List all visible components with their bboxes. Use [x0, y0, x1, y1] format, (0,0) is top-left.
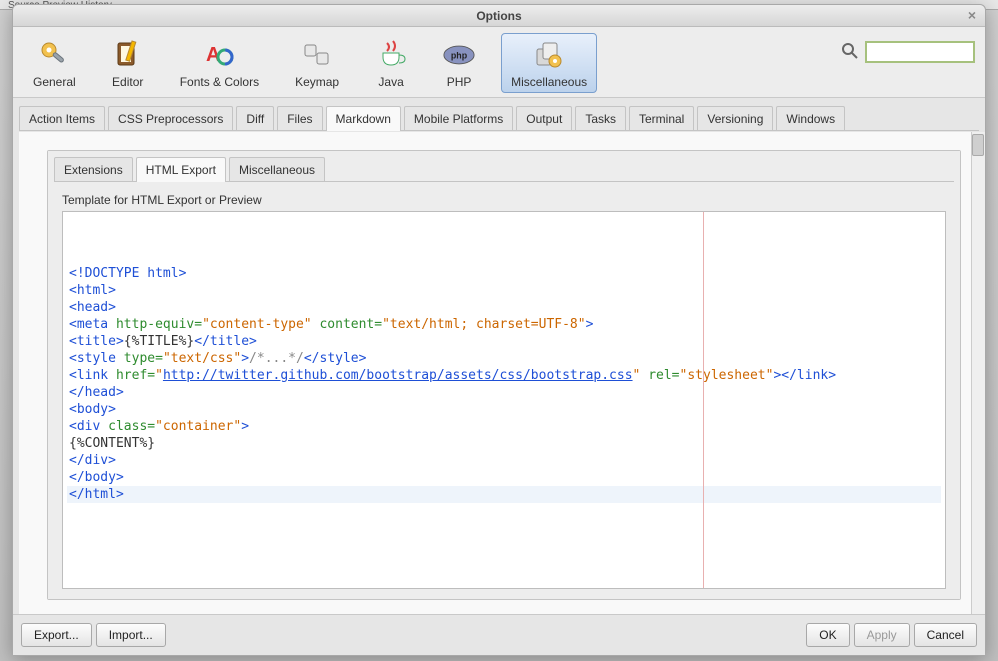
options-dialog: Options × General Editor A Fonts & Color… [12, 4, 986, 656]
code-line: <style type="text/css">/*...*/</style> [67, 350, 941, 367]
tab-versioning[interactable]: Versioning [697, 106, 773, 131]
sub-panel: ExtensionsHTML ExportMiscellaneous Templ… [47, 150, 961, 600]
apply-button[interactable]: Apply [854, 623, 910, 647]
category-toolbar: General Editor A Fonts & Colors Keymap J… [13, 27, 985, 98]
search-input[interactable] [865, 41, 975, 63]
tab-mobile-platforms[interactable]: Mobile Platforms [404, 106, 513, 131]
code-line: </html> [67, 486, 941, 503]
category-label: Java [378, 75, 403, 89]
category-label: Editor [112, 75, 143, 89]
search-area [841, 33, 975, 63]
tab-action-items[interactable]: Action Items [19, 106, 105, 131]
window-title: Options [476, 9, 521, 23]
code-line: <head> [67, 299, 941, 316]
code-line: </div> [67, 452, 941, 469]
dialog-footer: Export... Import... OK Apply Cancel [13, 614, 985, 655]
code-line: <body> [67, 401, 941, 418]
code-line: <meta http-equiv="content-type" content=… [67, 316, 941, 333]
subtab-extensions[interactable]: Extensions [54, 157, 133, 182]
tab-markdown[interactable]: Markdown [326, 106, 401, 131]
code-line: <title>{%TITLE%}</title> [67, 333, 941, 350]
tab-diff[interactable]: Diff [236, 106, 274, 131]
section-label: Template for HTML Export or Preview [62, 193, 946, 207]
cancel-button[interactable]: Cancel [914, 623, 977, 647]
ok-button[interactable]: OK [806, 623, 849, 647]
php-badge-icon: php [443, 39, 475, 71]
java-cup-icon [375, 39, 407, 71]
category-editor[interactable]: Editor [102, 33, 154, 93]
category-miscellaneous[interactable]: Miscellaneous [501, 33, 597, 93]
template-editor[interactable]: <!DOCTYPE html><html><head><meta http-eq… [62, 211, 946, 589]
scrollbar-track[interactable] [971, 132, 985, 614]
category-label: PHP [447, 75, 472, 89]
code-line: <!DOCTYPE html> [67, 265, 941, 282]
code-line: </head> [67, 384, 941, 401]
scrollbar-thumb[interactable] [972, 134, 984, 156]
code-line: <link href="http://twitter.github.com/bo… [67, 367, 941, 384]
tab-terminal[interactable]: Terminal [629, 106, 694, 131]
import-button[interactable]: Import... [96, 623, 166, 647]
category-general[interactable]: General [23, 33, 86, 93]
titlebar: Options × [13, 5, 985, 27]
code-line: <div class="container"> [67, 418, 941, 435]
tab-windows[interactable]: Windows [776, 106, 845, 131]
search-icon[interactable] [841, 42, 859, 63]
category-java[interactable]: Java [365, 33, 417, 93]
subtab-html-export[interactable]: HTML Export [136, 157, 226, 182]
category-label: Miscellaneous [511, 75, 587, 89]
margin-guide [703, 212, 704, 588]
tab-css-preprocessors[interactable]: CSS Preprocessors [108, 106, 233, 131]
content-area: ExtensionsHTML ExportMiscellaneous Templ… [19, 132, 979, 614]
svg-text:php: php [451, 51, 468, 61]
category-label: Keymap [295, 75, 339, 89]
subtab-miscellaneous[interactable]: Miscellaneous [229, 157, 325, 182]
code-line: {%CONTENT%} [67, 435, 941, 452]
tab-files[interactable]: Files [277, 106, 322, 131]
tab-separator [19, 130, 979, 131]
category-php[interactable]: php PHP [433, 33, 485, 93]
primary-tabs: Action ItemsCSS PreprocessorsDiffFilesMa… [13, 98, 985, 131]
notebook-pencil-icon [112, 39, 144, 71]
misc-gear-icon [533, 39, 565, 71]
code-line: <html> [67, 282, 941, 299]
category-label: Fonts & Colors [180, 75, 259, 89]
sub-content: Template for HTML Export or Preview <!DO… [48, 183, 960, 599]
close-icon[interactable]: × [965, 8, 979, 22]
gear-wrench-icon [38, 39, 70, 71]
font-color-icon: A [203, 39, 235, 71]
category-label: General [33, 75, 76, 89]
code-line: </body> [67, 469, 941, 486]
sub-tabs: ExtensionsHTML ExportMiscellaneous [48, 151, 960, 182]
export-button[interactable]: Export... [21, 623, 92, 647]
category-fonts-colors[interactable]: A Fonts & Colors [170, 33, 269, 93]
category-keymap[interactable]: Keymap [285, 33, 349, 93]
keyboard-keys-icon [301, 39, 333, 71]
tab-tasks[interactable]: Tasks [575, 106, 626, 131]
tab-output[interactable]: Output [516, 106, 572, 131]
